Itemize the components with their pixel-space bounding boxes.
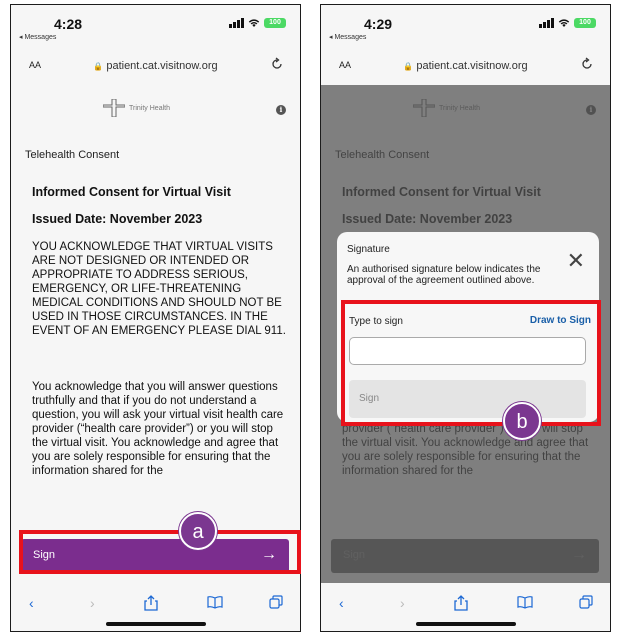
logo-text: Trinity Health: [129, 104, 170, 112]
issued-date: Issued Date: November 2023: [32, 212, 203, 226]
forward-icon[interactable]: ›: [90, 595, 95, 611]
tabs-icon[interactable]: [579, 595, 593, 609]
home-indicator: [416, 622, 516, 626]
url-text[interactable]: 🔒 patient.cat.visitnow.org: [329, 60, 602, 72]
reload-icon[interactable]: [580, 57, 594, 71]
page-header: Trinity Health i: [11, 91, 300, 127]
lock-icon: 🔒: [403, 62, 414, 71]
cellular-signal-icon: [539, 18, 554, 28]
share-icon[interactable]: [144, 595, 158, 611]
back-icon[interactable]: ‹: [29, 595, 34, 611]
forward-icon[interactable]: ›: [400, 595, 405, 611]
status-bar: 4:28 ◂ Messages 100: [11, 5, 300, 49]
url-value: patient.cat.visitnow.org: [106, 60, 218, 72]
consent-heading: Informed Consent for Virtual Visit: [32, 185, 231, 199]
tabs-icon[interactable]: [269, 595, 283, 609]
modal-description: An authorised signature below indicates …: [347, 264, 541, 286]
bookmarks-icon[interactable]: [207, 595, 223, 609]
info-icon[interactable]: i: [276, 105, 286, 115]
emergency-warning-text: YOU ACKNOWLEDGE THAT VIRTUAL VISITS ARE …: [32, 241, 286, 337]
wifi-icon: [558, 19, 570, 27]
status-icons: 100: [539, 18, 596, 28]
cellular-signal-icon: [229, 18, 244, 28]
wifi-icon: [248, 19, 260, 27]
home-indicator: [106, 622, 206, 626]
url-value: patient.cat.visitnow.org: [416, 60, 528, 72]
status-icons: 100: [229, 18, 286, 28]
bookmarks-icon[interactable]: [517, 595, 533, 609]
close-icon[interactable]: ✕: [567, 250, 585, 272]
battery-icon: 100: [574, 18, 596, 28]
step-badge-b: b: [503, 402, 541, 440]
trinity-health-logo: Trinity Health: [103, 99, 170, 117]
back-to-messages-link[interactable]: ◂ Messages: [19, 33, 56, 41]
status-time: 4:28: [54, 16, 83, 32]
acknowledgement-text: You acknowledge that you will answer que…: [32, 381, 284, 477]
step-badge-a: a: [179, 512, 217, 550]
back-icon[interactable]: ‹: [339, 595, 344, 611]
browser-toolbar: ‹ ›: [11, 589, 300, 619]
browser-toolbar: ‹ ›: [321, 589, 610, 619]
address-bar[interactable]: AA 🔒 patient.cat.visitnow.org: [329, 53, 602, 79]
status-time: 4:29: [364, 16, 393, 32]
status-bar: 4:29 ◂ Messages 100: [321, 5, 610, 49]
cross-logo-icon: [103, 99, 125, 117]
reload-icon[interactable]: [270, 57, 284, 71]
back-to-messages-link[interactable]: ◂ Messages: [329, 33, 366, 41]
address-bar[interactable]: AA 🔒 patient.cat.visitnow.org: [19, 53, 292, 79]
modal-title: Signature: [347, 244, 390, 255]
battery-icon: 100: [264, 18, 286, 28]
share-icon[interactable]: [454, 595, 468, 611]
lock-icon: 🔒: [93, 62, 104, 71]
highlight-box-sign-button: [19, 530, 301, 574]
highlight-box-signature-form: [341, 300, 601, 426]
page-title: Telehealth Consent: [25, 149, 120, 161]
url-text[interactable]: 🔒 patient.cat.visitnow.org: [19, 60, 292, 72]
